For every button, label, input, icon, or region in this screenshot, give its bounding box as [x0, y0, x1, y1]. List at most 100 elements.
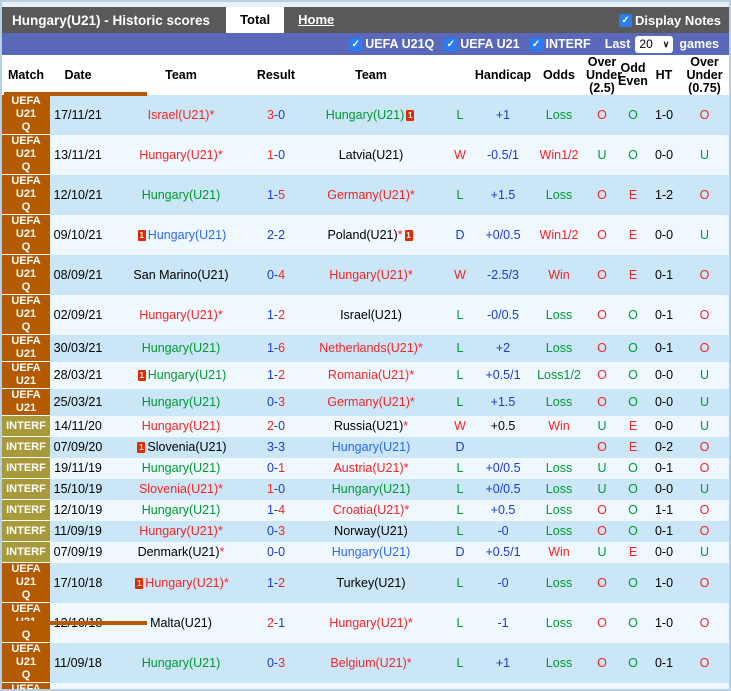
team-name: Denmark(U21) [137, 545, 220, 559]
home-score: 2 [266, 615, 274, 630]
tab-home[interactable]: Home [284, 7, 348, 33]
handicap-cell-value: +0.5 [490, 419, 516, 433]
home-team-star: * [209, 107, 215, 122]
over-under-25-cell: O [586, 95, 618, 135]
wdl-cell-value: L [456, 107, 464, 122]
uefa-u21-checkbox-icon[interactable]: ✓ [444, 37, 458, 51]
odds-cell: Loss [532, 478, 586, 500]
odd-even-cell: E [618, 214, 648, 255]
away-score: 1 [278, 615, 286, 630]
result-cell: 3-0 [256, 95, 296, 135]
odd-even-cell-value: O [628, 395, 638, 409]
filter-uefa-u21q[interactable]: ✓ UEFA U21Q [349, 37, 434, 51]
over-under-25-cell: O [586, 294, 618, 335]
uefa-u21q-checkbox-icon[interactable]: ✓ [349, 37, 363, 51]
red-card-icon: 1 [137, 229, 146, 241]
odds-cell-value: Loss [545, 503, 573, 517]
odd-even-cell: O [618, 520, 648, 542]
home-team-cell: 1 Hungary(U21) [106, 214, 256, 255]
result-cell: 0-3 [256, 388, 296, 416]
over-under-25-cell-value: O [597, 227, 607, 242]
over-under-075-cell: O [680, 642, 729, 683]
handicap-cell-value: +1.5 [490, 187, 516, 202]
odds-cell-value: Win1/2 [539, 227, 579, 242]
ht-cell-value: 0-1 [654, 307, 674, 322]
red-card-icon: 1 [404, 229, 413, 241]
odds-cell: Loss [532, 602, 586, 643]
red-card-icon: 1 [135, 577, 144, 589]
odds-cell: Win1/2 [532, 214, 586, 255]
league-badge: INTERF [2, 436, 50, 458]
home-score: 1 [266, 187, 274, 202]
result-cell: 0-4 [256, 254, 296, 295]
away-team-cell: Hungary(U21)* [296, 254, 446, 295]
handicap-cell: -2.5/3 [474, 254, 532, 295]
odd-even-cell-value: E [628, 187, 638, 202]
tab-total[interactable]: Total [226, 7, 285, 33]
team-name: Hungary(U21) [141, 187, 221, 202]
wdl-cell-value: L [456, 655, 464, 670]
last-label: Last [604, 37, 631, 51]
filter-interf[interactable]: ✓ INTERF [529, 37, 591, 51]
team-name: Germany(U21) [327, 187, 410, 202]
handicap-cell: -0 [474, 520, 532, 542]
team-name: Hungary(U21) [139, 147, 218, 162]
home-team-star: * [219, 545, 225, 559]
over-under-25-cell: O [586, 499, 618, 521]
ht-cell-value: 0-1 [654, 655, 674, 670]
wdl-cell-value: D [455, 440, 465, 454]
odd-even-cell: O [618, 388, 648, 416]
odds-cell: Loss [532, 388, 586, 416]
team-name: Hungary(U21) [141, 503, 221, 517]
ht-cell: 0-0 [648, 388, 680, 416]
odds-cell-value: Loss [545, 655, 573, 670]
result-cell: 3-3 [256, 436, 296, 458]
date-cell: 11/09/18 [50, 642, 106, 683]
over-under-075-cell-value: U [699, 419, 710, 433]
odds-cell-value: Win [548, 545, 570, 559]
odd-even-cell-value: O [628, 107, 638, 122]
games-count-select[interactable]: 20 ∨ [635, 35, 674, 53]
ht-cell-value: 0-1 [654, 341, 674, 355]
over-under-075-cell: U [680, 214, 729, 255]
team-name: Hungary(U21) [331, 440, 411, 454]
match-row: INTERF 19/11/19 Hungary(U21) 0-1 Austria(U21… [2, 457, 729, 479]
odd-even-cell-value: E [628, 440, 638, 454]
over-under-075-cell: O [680, 436, 729, 458]
interf-checkbox-icon[interactable]: ✓ [529, 37, 543, 51]
display-notes-checkbox-icon[interactable]: ✓ [619, 13, 633, 27]
home-score: 1 [266, 307, 274, 322]
interf-label: INTERF [545, 37, 591, 51]
handicap-cell-value: -0.5/1 [487, 147, 519, 162]
wdl-cell-value: L [456, 503, 464, 517]
over-under-075-cell-value: O [699, 267, 710, 282]
team-name: Netherlands(U21) [319, 341, 418, 355]
display-notes-toggle[interactable]: ✓ Display Notes [619, 13, 729, 28]
odds-cell: Loss [532, 174, 586, 215]
away-score: 3 [278, 395, 286, 409]
col-header-wdl [446, 55, 474, 95]
games-label: games [679, 37, 719, 51]
team-name: San Marino(U21) [133, 267, 229, 282]
league-badge: UEFA U21 Q [2, 214, 50, 255]
result-cell: 2-2 [256, 214, 296, 255]
over-under-075-cell-value: O [699, 461, 710, 475]
team-name: Poland(U21) [327, 227, 398, 242]
odds-cell-value: Loss [545, 615, 573, 630]
date-cell: 14/11/20 [50, 415, 106, 437]
odds-cell: Loss [532, 457, 586, 479]
home-score: 1 [266, 575, 274, 590]
wdl-cell: L [446, 682, 474, 689]
away-team-cell: Hungary(U21) 1 [296, 95, 446, 135]
odd-even-cell: O [618, 562, 648, 603]
odds-cell-value: Loss [545, 187, 573, 202]
team-name: Hungary(U21) [139, 307, 218, 322]
away-score: 2 [278, 575, 286, 590]
filter-uefa-u21[interactable]: ✓ UEFA U21 [444, 37, 520, 51]
team-name: Slovenia(U21) [147, 440, 227, 454]
home-team-star: * [217, 307, 223, 322]
ht-cell-value: 1-2 [654, 187, 674, 202]
odds-cell-value: Loss1/2 [537, 368, 581, 382]
date-cell: 28/03/21 [50, 361, 106, 389]
result-cell: 0-1 [256, 457, 296, 479]
